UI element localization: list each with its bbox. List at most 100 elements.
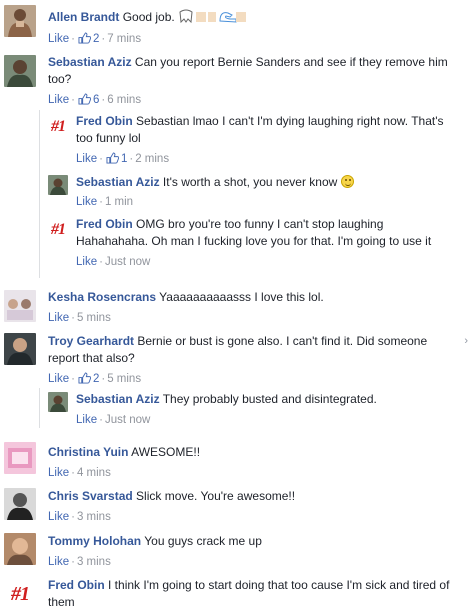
comment-meta: Like · 3 mins [48, 555, 458, 570]
separator: · [71, 312, 75, 324]
commenter-name[interactable]: Christina Yuin [48, 445, 128, 459]
teeth-and-flex-emoji-icon [178, 9, 248, 29]
timestamp[interactable]: 7 mins [107, 33, 141, 45]
timestamp[interactable]: 1 min [105, 196, 133, 208]
commenter-name[interactable]: Tommy Holohan [48, 534, 141, 548]
like-count[interactable]: 2 [77, 372, 99, 385]
comment-meta: Like · 6 · 6 mins [48, 93, 458, 108]
commenter-name[interactable]: Fred Obin [48, 578, 105, 592]
comment-meta: Like · 2 · 7 mins [48, 32, 458, 47]
comment-text: Good job. [122, 10, 175, 24]
commenter-name[interactable]: Chris Svarstad [48, 489, 133, 503]
fred-badge: #1 [11, 582, 30, 605]
like-link[interactable]: Like [48, 33, 69, 45]
thumbs-up-icon [78, 93, 91, 105]
separator: · [71, 467, 75, 479]
chevron-right-icon[interactable]: › [464, 335, 468, 347]
comment: Allen Brandt Good job. Like · 2 · 7 mins [48, 9, 458, 47]
comment: Fred Obin I think I'm going to start doi… [48, 577, 460, 611]
commenter-name[interactable]: Allen Brandt [48, 10, 119, 24]
timestamp[interactable]: 6 mins [107, 94, 141, 106]
comment: Troy Gearhardt Bernie or bust is gone al… [48, 333, 460, 387]
separator: · [71, 556, 75, 568]
separator: · [99, 196, 103, 208]
timestamp[interactable]: 3 mins [77, 556, 111, 568]
reply-thread-line [39, 110, 40, 278]
comment-meta: Like · Just now [76, 255, 458, 270]
commenter-name[interactable]: Kesha Rosencrans [48, 290, 156, 304]
commenter-name[interactable]: Fred Obin [76, 217, 133, 231]
comment-text: It's worth a shot, you never know [162, 175, 338, 189]
timestamp[interactable]: 5 mins [77, 312, 111, 324]
comment-text: You guys crack me up [144, 534, 262, 548]
like-link[interactable]: Like [48, 556, 69, 568]
avatar[interactable]: #1 [48, 117, 68, 137]
commenter-name[interactable]: Troy Gearhardt [48, 334, 134, 348]
reply: Sebastian Aziz It's worth a shot, you ne… [76, 174, 458, 210]
like-count[interactable]: 1 [105, 152, 127, 165]
commenter-name[interactable]: Sebastian Aziz [76, 175, 160, 189]
like-link[interactable]: Like [48, 511, 69, 523]
commenter-name[interactable]: Sebastian Aziz [48, 55, 132, 69]
avatar[interactable] [4, 5, 36, 37]
reply: Sebastian Aziz They probably busted and … [76, 391, 458, 428]
like-count[interactable]: 2 [77, 32, 99, 45]
comment-meta: Like · 1 min [76, 195, 458, 210]
like-link[interactable]: Like [76, 153, 97, 165]
like-link[interactable]: Like [48, 312, 69, 324]
like-link[interactable]: Like [76, 196, 97, 208]
comment: Christina Yuin AWESOME!! Like · 4 mins [48, 444, 458, 481]
separator: · [71, 94, 75, 106]
like-count[interactable]: 6 [77, 93, 99, 106]
comment: Tommy Holohan You guys crack me up Like ·… [48, 533, 458, 570]
avatar[interactable] [4, 488, 36, 520]
fred-badge: #1 [51, 221, 66, 238]
commenter-name[interactable]: Fred Obin [76, 114, 133, 128]
reply: Fred Obin OMG bro you're too funny I can… [76, 216, 458, 270]
timestamp[interactable]: 4 mins [77, 467, 111, 479]
like-link[interactable]: Like [76, 414, 97, 426]
avatar[interactable] [4, 333, 36, 365]
thumbs-up-icon [106, 152, 119, 164]
commenter-name[interactable]: Sebastian Aziz [76, 392, 160, 406]
timestamp[interactable]: Just now [105, 256, 150, 268]
like-link[interactable]: Like [48, 467, 69, 479]
timestamp[interactable]: Just now [105, 414, 150, 426]
reply-thread-line [39, 388, 40, 428]
like-link[interactable]: Like [48, 94, 69, 106]
comment-meta: Like · 2 · 5 mins [48, 372, 460, 387]
comment-text: AWESOME!! [131, 445, 201, 459]
avatar[interactable]: #1 [48, 220, 68, 240]
thumbs-up-icon [78, 32, 91, 44]
comment-meta: Like · 3 mins [48, 510, 458, 525]
separator: · [99, 153, 103, 165]
avatar[interactable] [48, 392, 68, 412]
avatar[interactable] [4, 442, 36, 474]
avatar[interactable] [4, 533, 36, 565]
avatar[interactable] [4, 290, 36, 322]
avatar[interactable]: #1 [4, 578, 36, 610]
comment: Sebastian Aziz Can you report Bernie San… [48, 54, 458, 108]
separator: · [71, 373, 75, 385]
like-link[interactable]: Like [76, 256, 97, 268]
comment-text: Yaaaaaaaaaasss I love this lol. [159, 290, 324, 304]
comment-meta: Like · Just now [76, 413, 458, 428]
timestamp[interactable]: 5 mins [107, 373, 141, 385]
separator: · [71, 33, 75, 45]
smiley-icon [340, 175, 354, 188]
comment-meta: Like · 4 mins [48, 466, 458, 481]
timestamp[interactable]: 3 mins [77, 511, 111, 523]
comment: Kesha Rosencrans Yaaaaaaaaaasss I love t… [48, 289, 458, 326]
like-link[interactable]: Like [48, 373, 69, 385]
comment-text: They probably busted and disintegrated. [162, 392, 377, 406]
comment-text: Slick move. You're awesome!! [136, 489, 296, 503]
timestamp[interactable]: 2 mins [135, 153, 169, 165]
reply: Fred Obin Sebastian lmao I can't I'm dyi… [76, 113, 458, 167]
separator: · [99, 414, 103, 426]
separator: · [99, 256, 103, 268]
thumbs-up-icon [78, 372, 91, 384]
avatar[interactable] [4, 55, 36, 87]
avatar[interactable] [48, 175, 68, 195]
separator: · [71, 511, 75, 523]
comment-text: I think I'm going to start doing that to… [48, 578, 450, 609]
